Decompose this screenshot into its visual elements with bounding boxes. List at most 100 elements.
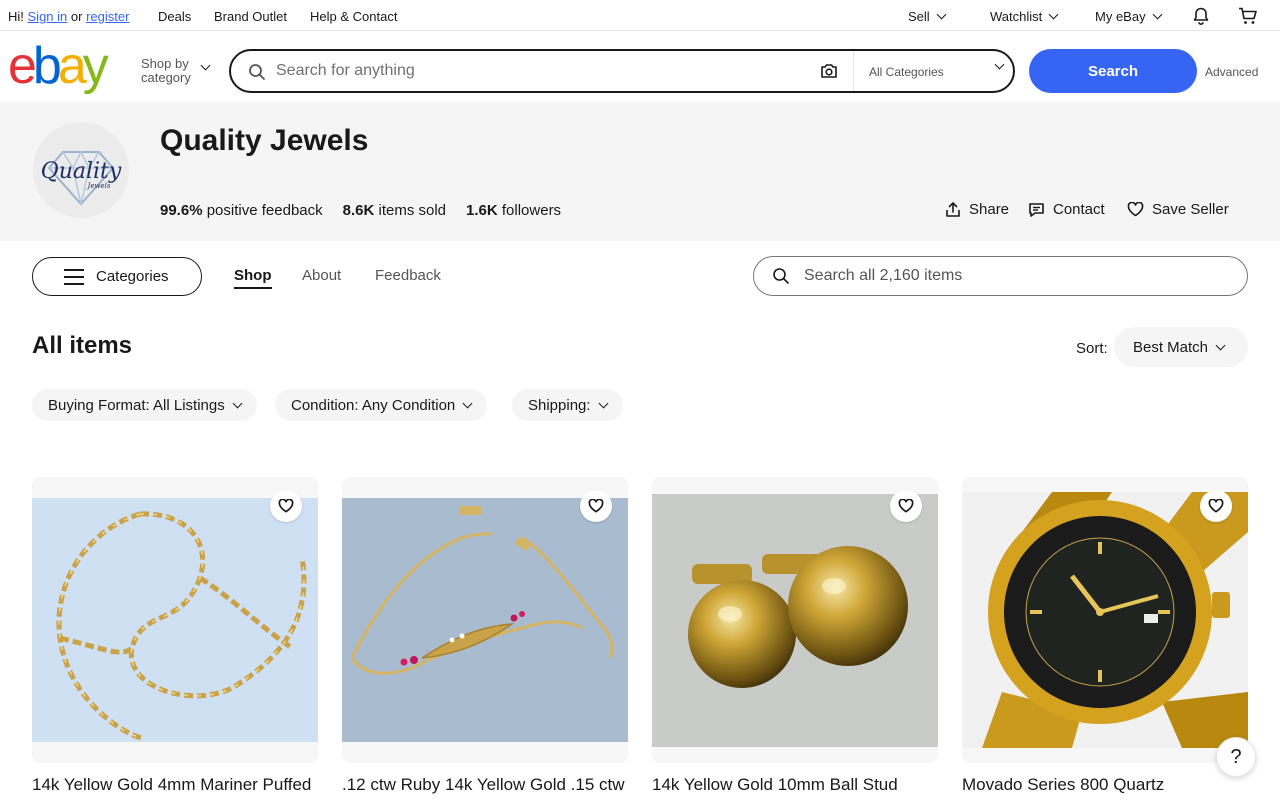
seller-name[interactable]: Quality Jewels <box>160 124 368 158</box>
chevron-down-icon <box>232 398 243 408</box>
feedback-value: 99.6% <box>160 202 203 219</box>
item-image <box>652 494 938 747</box>
share-label: Share <box>969 201 1010 218</box>
diamond-logo-icon: Quality Jewels <box>41 150 122 206</box>
sell-label: Sell <box>908 9 930 24</box>
heart-icon <box>898 499 914 513</box>
chevron-down-icon <box>994 59 1005 70</box>
sold-label: items sold <box>378 202 447 219</box>
feedback-stat: 99.6% positive feedback <box>160 202 323 219</box>
cart-icon[interactable] <box>1238 7 1258 25</box>
logo-sub-text: Jewels <box>86 182 111 190</box>
chevron-down-icon <box>936 9 947 20</box>
item-title[interactable]: Movado Series 800 Quartz <box>962 775 1248 795</box>
heart-icon <box>588 499 604 513</box>
save-seller-button[interactable]: Save Seller <box>1127 201 1229 218</box>
filter-label: Buying Format: All Listings <box>48 396 225 414</box>
search-input[interactable]: Search for anything <box>276 62 415 80</box>
seller-stats: 99.6% positive feedback 8.6K items sold … <box>160 202 561 219</box>
contact-label: Contact <box>1053 201 1105 218</box>
top-utility-bar: Hi! Sign in or register Deals Brand Outl… <box>0 0 1280 31</box>
watch-heart-button[interactable] <box>890 490 922 522</box>
item-card[interactable] <box>32 477 318 763</box>
sign-in-link[interactable]: Sign in <box>28 9 68 24</box>
advanced-search-link[interactable]: Advanced <box>1205 65 1258 79</box>
logo-letter-e: e <box>8 37 37 95</box>
sold-stat: 8.6K items sold <box>343 202 446 219</box>
greeting: Hi! Sign in or register <box>8 9 129 24</box>
logo-letter-y: y <box>82 37 109 95</box>
sold-value: 8.6K <box>342 202 375 219</box>
shop-search-bar[interactable]: Search all 2,160 items <box>753 256 1248 296</box>
feedback-label: positive feedback <box>206 202 323 219</box>
shop-by-category-button[interactable]: Shop by category <box>141 57 191 85</box>
item-card[interactable] <box>652 477 938 763</box>
watchlist-menu[interactable]: Watchlist <box>990 9 1059 24</box>
chat-icon <box>1029 202 1044 217</box>
watch-heart-button[interactable] <box>1200 490 1232 522</box>
item-card[interactable] <box>342 477 628 763</box>
ebay-logo[interactable]: ebay <box>8 37 109 95</box>
register-link[interactable]: register <box>86 9 129 24</box>
search-icon <box>773 268 789 284</box>
hamburger-icon <box>64 269 84 285</box>
save-seller-label: Save Seller <box>1152 201 1229 218</box>
greeting-text: Hi! <box>8 9 24 24</box>
tab-about[interactable]: About <box>302 267 341 284</box>
sort-value: Best Match <box>1133 338 1209 356</box>
filter-label: Condition: Any Condition <box>291 396 456 414</box>
item-title[interactable]: 14k Yellow Gold 10mm Ball Stud <box>652 775 938 795</box>
share-button[interactable]: Share <box>945 201 1009 218</box>
site-header: ebay Shop by category Search for anythin… <box>0 31 1280 102</box>
search-button[interactable]: Search <box>1029 49 1197 93</box>
page-title: All items <box>32 332 133 359</box>
shop-search-input[interactable]: Search all 2,160 items <box>804 267 962 285</box>
seller-avatar: Quality Jewels <box>33 122 129 218</box>
search-divider <box>853 51 854 91</box>
followers-value: 1.6K <box>466 202 498 219</box>
watchlist-label: Watchlist <box>990 9 1043 24</box>
logo-script-text: Quality <box>41 159 122 184</box>
filter-buying-format[interactable]: Buying Format: All Listings <box>32 389 257 421</box>
followers-stat: 1.6K followers <box>466 202 561 219</box>
categories-button[interactable]: Categories <box>32 257 202 296</box>
filter-condition[interactable]: Condition: Any Condition <box>275 389 488 421</box>
shop-by-label: Shop by <box>141 56 189 71</box>
tab-shop[interactable]: Shop <box>234 267 272 289</box>
help-contact-link[interactable]: Help & Contact <box>310 9 397 24</box>
followers-label: followers <box>501 202 562 219</box>
watch-heart-button[interactable] <box>270 490 302 522</box>
bell-icon[interactable] <box>1192 7 1210 25</box>
watch-heart-button[interactable] <box>580 490 612 522</box>
my-ebay-label: My eBay <box>1095 9 1146 24</box>
item-image <box>342 498 628 742</box>
heart-icon <box>278 499 294 513</box>
camera-icon[interactable] <box>820 63 838 79</box>
my-ebay-menu[interactable]: My eBay <box>1095 9 1163 24</box>
chevron-down-icon <box>200 60 211 71</box>
help-button[interactable]: ? <box>1216 737 1256 777</box>
item-card[interactable] <box>962 477 1248 763</box>
or-text: or <box>70 9 83 24</box>
logo-letter-b: b <box>32 37 62 95</box>
category-select[interactable]: All Categories <box>869 65 944 79</box>
item-image <box>962 492 1248 748</box>
sort-dropdown[interactable]: Best Match <box>1114 327 1248 367</box>
search-icon <box>249 64 265 80</box>
filter-label: Shipping: <box>528 396 591 414</box>
filter-shipping[interactable]: Shipping: <box>512 389 623 421</box>
chevron-down-icon <box>1152 9 1163 20</box>
share-icon <box>946 202 960 217</box>
tab-feedback[interactable]: Feedback <box>375 267 441 284</box>
contact-button[interactable]: Contact <box>1028 201 1105 218</box>
global-search-bar[interactable]: Search for anything All Categories <box>229 49 1015 93</box>
item-title[interactable]: .12 ctw Ruby 14k Yellow Gold .15 ctw <box>342 775 628 795</box>
sort-label: Sort: <box>1076 340 1108 357</box>
deals-link[interactable]: Deals <box>158 9 191 24</box>
chevron-down-icon <box>1048 9 1059 20</box>
sell-menu[interactable]: Sell <box>908 9 947 24</box>
item-title[interactable]: 14k Yellow Gold 4mm Mariner Puffed <box>32 775 318 795</box>
brand-outlet-link[interactable]: Brand Outlet <box>214 9 287 24</box>
heart-icon <box>1208 499 1224 513</box>
seller-banner: Quality Jewels Quality Jewels 99.6% posi… <box>0 102 1280 241</box>
